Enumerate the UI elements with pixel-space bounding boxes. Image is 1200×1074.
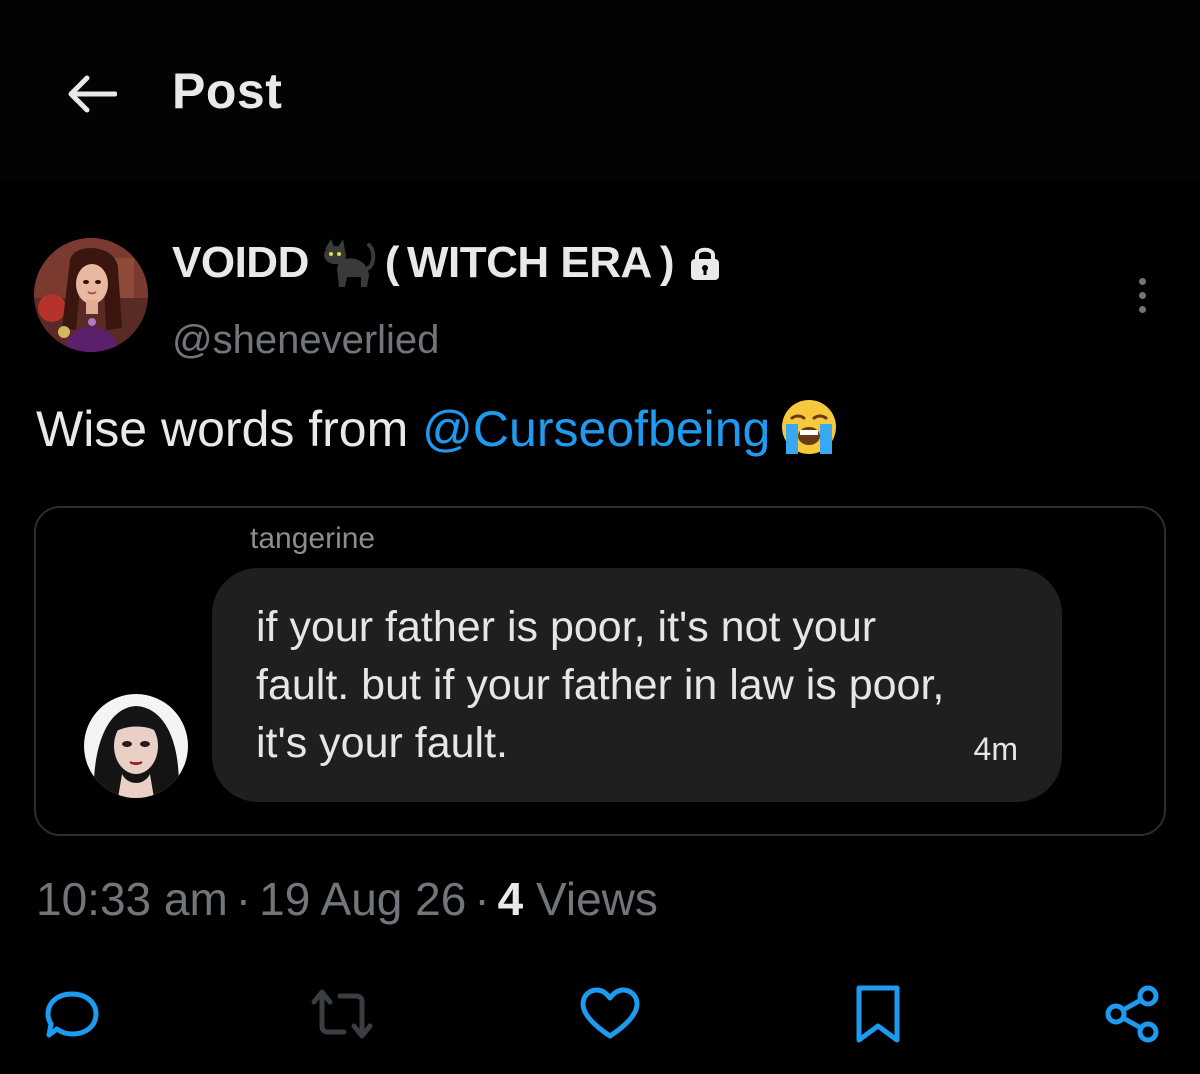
heart-icon bbox=[580, 987, 640, 1039]
post-text-prefix: Wise words from bbox=[36, 401, 423, 457]
post-text: Wise words from @Curseofbeing bbox=[36, 396, 840, 458]
author-avatar[interactable] bbox=[34, 238, 148, 352]
meta-separator: · bbox=[235, 873, 252, 925]
more-dot-icon bbox=[1138, 291, 1146, 299]
share-button[interactable] bbox=[1100, 982, 1164, 1046]
message-text: if your father is poor, it's not your fa… bbox=[256, 603, 945, 767]
post-screen: Post VOIDD (WITCH ERA) @sheneverlied W… bbox=[0, 0, 1200, 1074]
avatar-image bbox=[34, 238, 148, 352]
meta-separator: · bbox=[474, 873, 490, 925]
repost-icon bbox=[311, 989, 373, 1039]
more-options-button[interactable] bbox=[1122, 270, 1162, 320]
mention-link[interactable]: @Curseofbeing bbox=[422, 401, 770, 457]
crying-face-icon bbox=[782, 400, 837, 454]
display-name-core: WITCH ERA bbox=[407, 238, 652, 287]
repost-button[interactable] bbox=[310, 982, 374, 1046]
bookmark-button[interactable] bbox=[846, 982, 910, 1046]
author-name[interactable]: VOIDD ( WITCH ERA ) bbox=[172, 232, 722, 294]
bookmark-icon bbox=[856, 985, 900, 1043]
display-name-kaomoji-open: ( bbox=[384, 238, 400, 287]
display-name-start: VOIDD bbox=[172, 238, 309, 287]
views-label: Views bbox=[523, 873, 658, 925]
post-time: 10:33 am bbox=[36, 873, 228, 925]
quoted-avatar-image bbox=[84, 694, 188, 798]
share-icon bbox=[1105, 985, 1159, 1043]
back-button[interactable] bbox=[62, 68, 120, 120]
media-card[interactable]: tangerine if your father is poor, it's n… bbox=[34, 506, 1166, 836]
more-dot-icon bbox=[1138, 305, 1146, 313]
more-dot-icon bbox=[1138, 277, 1146, 285]
quoted-avatar bbox=[84, 694, 188, 798]
post-date: 19 Aug 26 bbox=[259, 873, 467, 925]
reply-icon bbox=[45, 991, 99, 1038]
post-meta: 10:33 am · 19 Aug 26 · 4 Views bbox=[36, 872, 658, 926]
author-handle[interactable]: @sheneverlied bbox=[172, 318, 439, 363]
like-button[interactable] bbox=[578, 982, 642, 1046]
top-bar: Post bbox=[0, 0, 1200, 180]
reply-button[interactable] bbox=[40, 982, 104, 1046]
page-title: Post bbox=[172, 63, 283, 119]
display-name-kaomoji-close: ) bbox=[659, 238, 675, 287]
arrow-left-icon bbox=[68, 75, 117, 113]
quoted-author-name: tangerine bbox=[250, 522, 376, 555]
views-count: 4 bbox=[497, 873, 524, 925]
lock-icon bbox=[690, 247, 719, 280]
black-cat-icon bbox=[323, 239, 376, 287]
message-bubble: if your father is poor, it's not your fa… bbox=[212, 568, 1062, 802]
message-time: 4m bbox=[973, 731, 1018, 767]
